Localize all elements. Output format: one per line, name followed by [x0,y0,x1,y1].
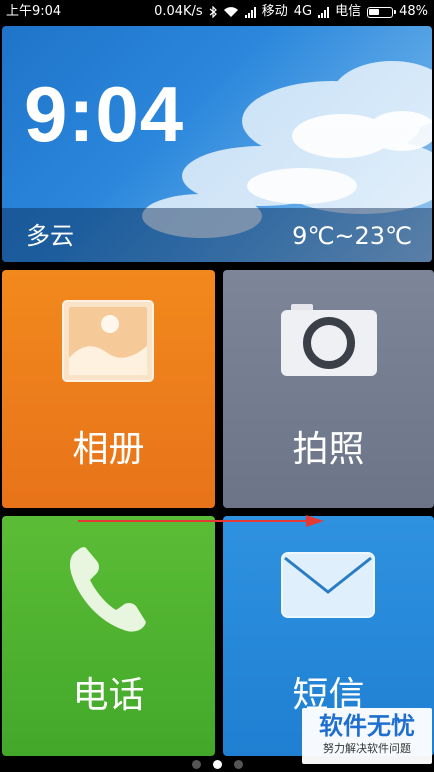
page-dot-1[interactable] [191,759,201,769]
watermark-subtitle: 努力解决软件问题 [323,742,411,755]
battery-icon [367,6,397,18]
camera-icon [281,304,377,376]
carrier-1: 移动 [261,4,288,19]
weather-condition: 多云 [26,222,74,250]
clock-time: 9:04 [24,70,185,158]
battery-percent: 48% [399,4,428,19]
weather-clock-widget[interactable]: 9:04 多云 9℃~23℃ [2,26,432,262]
page-dot-2[interactable] [212,759,222,769]
weather-band: 多云 9℃~23℃ [2,208,432,262]
page-dot-3[interactable] [233,759,243,769]
watermark-title: 软件无忧 [319,712,415,740]
album-label: 相册 [72,429,145,470]
envelope-icon [281,552,375,618]
phone-screen: 上午9:04 0.04K/s 移动 4G 电信 48% 9:04 多云 9℃~2… [0,0,434,772]
phone-label: 电话 [72,675,145,716]
net-speed: 0.04K/s [154,4,203,19]
phone-icon [70,547,146,632]
signal-icon-2 [318,6,330,18]
status-right: 0.04K/s 移动 4G 电信 48% [154,0,428,24]
wifi-icon [223,6,239,18]
phone-tile[interactable]: 电话 [2,516,215,756]
status-time: 上午9:04 [6,4,62,19]
camera-label: 拍照 [292,429,365,470]
network-type: 4G [293,4,313,19]
signal-icon [244,6,256,18]
photo-icon [62,300,154,382]
watermark-logo: 软件无忧 努力解决软件问题 [302,708,432,764]
status-bar: 上午9:04 0.04K/s 移动 4G 电信 48% [0,0,434,24]
camera-tile[interactable]: 拍照 [223,270,434,508]
album-tile[interactable]: 相册 [2,270,215,508]
bluetooth-icon [209,6,217,18]
temperature-range: 9℃~23℃ [292,222,412,250]
carrier-2: 电信 [335,4,362,19]
battery-fill [369,8,380,15]
